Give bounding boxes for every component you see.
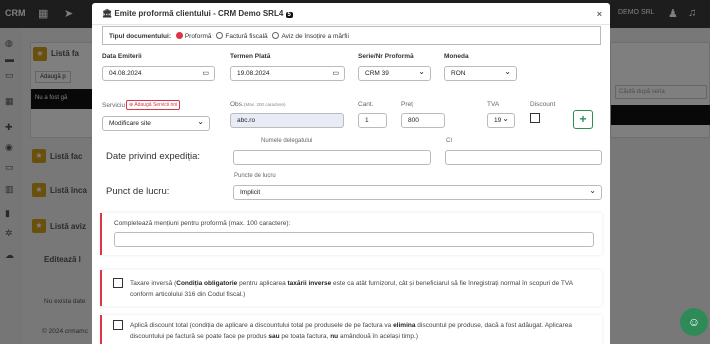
serie-select[interactable]: CRM 39 — [358, 65, 431, 81]
mentiuni-label: Completează mențiuni pentru proformă (ma… — [114, 220, 291, 227]
ci-input[interactable] — [445, 150, 602, 165]
radio-label: Proformă — [184, 33, 212, 40]
termen-plata-label: Termen Plată — [230, 53, 271, 60]
radio-aviz[interactable] — [272, 32, 280, 39]
radio-proforma[interactable] — [175, 32, 183, 39]
discount-label: Discount — [530, 101, 556, 108]
cant-label: Cant. — [358, 101, 374, 108]
pret-input[interactable]: 800 — [401, 113, 445, 128]
delegat-label: Numele delegatului — [261, 138, 313, 144]
discount-total-checkbox[interactable] — [113, 320, 123, 330]
taxare-section: Taxare inversă (Condiția obligatorie pen… — [100, 270, 602, 306]
add-service-label: Adaugă Servicii noi — [134, 102, 178, 108]
doc-type-label: Tipul documentului: — [109, 33, 171, 40]
pret-label: Preț — [401, 101, 413, 108]
chat-support-icon[interactable]: ☺ — [680, 308, 708, 336]
moneda-label: Moneda — [444, 53, 469, 60]
radio-factura[interactable] — [216, 32, 224, 39]
taxare-text: Taxare inversă (Condiția obligatorie pen… — [130, 280, 573, 298]
modal-badge: 5 — [285, 12, 293, 18]
ci-label: CI — [446, 138, 452, 144]
serviciu-label: Serviciu — [102, 102, 126, 109]
close-icon[interactable]: × — [597, 9, 602, 19]
modal-title: Emite proformă clientului - CRM Demo SRL… — [114, 9, 284, 18]
radio-label: Aviz de însoțire a mărfii — [281, 33, 349, 40]
expeditie-title: Date privind expediția: — [106, 151, 200, 162]
mentiuni-input[interactable] — [114, 232, 594, 247]
puncte-lucru-label: Puncte de lucru — [234, 173, 276, 179]
radio-label: Factură fiscală — [225, 33, 268, 40]
tva-select[interactable]: 19 — [487, 112, 515, 128]
bank-icon: 🏛 — [102, 9, 113, 18]
taxare-checkbox[interactable] — [113, 278, 123, 288]
data-emiterii-label: Data Emiterii — [102, 53, 142, 60]
obs-input[interactable]: abc.ro — [230, 113, 344, 128]
discount-total-section: Aplică discount total (condiția de aplic… — [100, 315, 602, 344]
tva-label: TVA — [487, 101, 500, 108]
data-emiterii-input[interactable]: 04.08.2024 — [102, 66, 215, 81]
proforma-modal: 🏛 Emite proformă clientului - CRM Demo S… — [92, 3, 610, 344]
moneda-select[interactable]: RON — [444, 65, 517, 81]
serie-label: Serie/Nr Proformă — [358, 53, 414, 60]
punct-lucru-title: Punct de lucru: — [106, 186, 170, 197]
add-service-button[interactable]: ⊕ Adaugă Servicii noi — [126, 100, 181, 110]
cant-input[interactable]: 1 — [358, 113, 387, 128]
add-product-button[interactable]: + — [573, 110, 593, 129]
delegat-input[interactable] — [233, 150, 431, 165]
mentiuni-section: Completează mențiuni pentru proformă (ma… — [100, 213, 602, 255]
modal-header: 🏛 Emite proformă clientului - CRM Demo S… — [92, 3, 610, 25]
doc-type-selector: Tipul documentului: Proformă Factură fis… — [102, 26, 601, 45]
obs-hint: (Max. 200 caractere) — [244, 102, 286, 107]
discount-total-text: Aplică discount total (condiția de aplic… — [130, 322, 572, 340]
discount-checkbox[interactable] — [530, 113, 540, 123]
obs-label: Obs. — [230, 101, 244, 108]
serviciu-select[interactable]: Modificare site — [102, 115, 210, 131]
punct-lucru-select[interactable]: Implicit — [233, 184, 602, 200]
termen-plata-input[interactable]: 19.08.2024 — [230, 66, 345, 81]
